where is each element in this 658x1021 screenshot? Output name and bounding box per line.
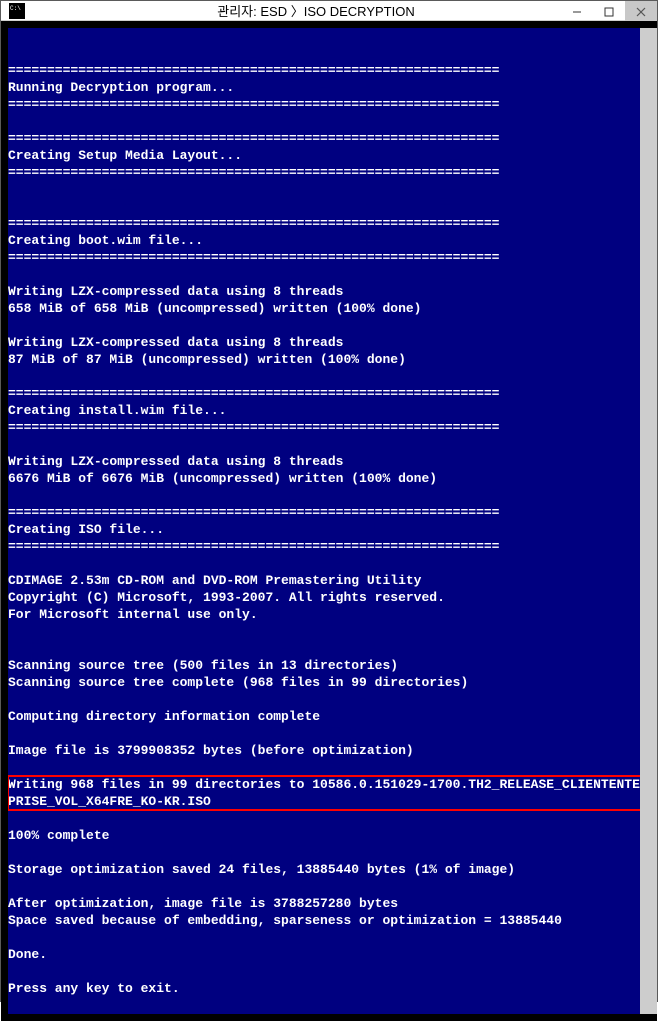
- console-line: [8, 28, 650, 45]
- console-line: Creating install.wim file...: [8, 402, 650, 419]
- console-line: Scanning source tree complete (968 files…: [8, 674, 650, 691]
- console-line: Press any key to exit.: [8, 980, 650, 997]
- cmd-icon: [9, 3, 25, 19]
- scrollbar-thumb[interactable]: [640, 28, 657, 1014]
- console-line: [8, 878, 650, 895]
- console-line: Creating boot.wim file...: [8, 232, 650, 249]
- console-line: [8, 45, 650, 62]
- console-line: Creating ISO file...: [8, 521, 650, 538]
- console-line: Writing LZX-compressed data using 8 thre…: [8, 334, 650, 351]
- console-line: ========================================…: [8, 538, 650, 555]
- console-line: [8, 963, 650, 980]
- console-line: 100% complete: [8, 827, 650, 844]
- console-line: ========================================…: [8, 130, 650, 147]
- console-window: 관리자: ESD 〉ISO DECRYPTION ===============…: [0, 0, 658, 1002]
- console-line: [8, 198, 650, 215]
- console-line: [8, 436, 650, 453]
- close-button[interactable]: [625, 1, 657, 23]
- console-line: Space saved because of embedding, sparse…: [8, 912, 650, 929]
- highlighted-output-line: Writing 968 files in 99 directories to 1…: [8, 776, 650, 810]
- console-line: 6676 MiB of 6676 MiB (uncompressed) writ…: [8, 470, 650, 487]
- console-line: ========================================…: [8, 164, 650, 181]
- console-line: After optimization, image file is 378825…: [8, 895, 650, 912]
- console-line: For Microsoft internal use only.: [8, 606, 650, 623]
- console-line: ========================================…: [8, 62, 650, 79]
- console-line: [8, 487, 650, 504]
- console-line: [8, 844, 650, 861]
- console-line: [8, 759, 650, 776]
- console-line: ========================================…: [8, 249, 650, 266]
- console-line: 658 MiB of 658 MiB (uncompressed) writte…: [8, 300, 650, 317]
- console-line: ========================================…: [8, 385, 650, 402]
- console-line: Done.: [8, 946, 650, 963]
- titlebar: 관리자: ESD 〉ISO DECRYPTION: [1, 1, 657, 21]
- console-line: [8, 640, 650, 657]
- console-line: [8, 266, 650, 283]
- console-line: [8, 181, 650, 198]
- console-line: Computing directory information complete: [8, 708, 650, 725]
- console-line: [8, 810, 650, 827]
- minimize-button[interactable]: [561, 1, 593, 23]
- console-line: [8, 623, 650, 640]
- window-controls: [561, 1, 657, 23]
- console-line: Scanning source tree (500 files in 13 di…: [8, 657, 650, 674]
- console-line: ========================================…: [8, 504, 650, 521]
- console-line: ========================================…: [8, 96, 650, 113]
- console-output: ========================================…: [8, 28, 650, 1014]
- console-line: [8, 691, 650, 708]
- console-line: [8, 368, 650, 385]
- console-line: [8, 317, 650, 334]
- console-line: 87 MiB of 87 MiB (uncompressed) written …: [8, 351, 650, 368]
- console-line: Writing LZX-compressed data using 8 thre…: [8, 283, 650, 300]
- console-line: [8, 555, 650, 572]
- console-line: [8, 997, 650, 1014]
- console-line: [8, 929, 650, 946]
- console-line: Storage optimization saved 24 files, 138…: [8, 861, 650, 878]
- console-line: Creating Setup Media Layout...: [8, 147, 650, 164]
- console-line: ========================================…: [8, 419, 650, 436]
- console-line: [8, 725, 650, 742]
- console-line: ========================================…: [8, 215, 650, 232]
- console-area: ========================================…: [1, 21, 657, 1021]
- console-line: Running Decryption program...: [8, 79, 650, 96]
- console-line: Copyright (C) Microsoft, 1993-2007. All …: [8, 589, 650, 606]
- console-line: Writing LZX-compressed data using 8 thre…: [8, 453, 650, 470]
- console-line: Image file is 3799908352 bytes (before o…: [8, 742, 650, 759]
- scrollbar[interactable]: [640, 28, 657, 1014]
- console-line: [8, 113, 650, 130]
- maximize-button[interactable]: [593, 1, 625, 23]
- console-line: CDIMAGE 2.53m CD-ROM and DVD-ROM Premast…: [8, 572, 650, 589]
